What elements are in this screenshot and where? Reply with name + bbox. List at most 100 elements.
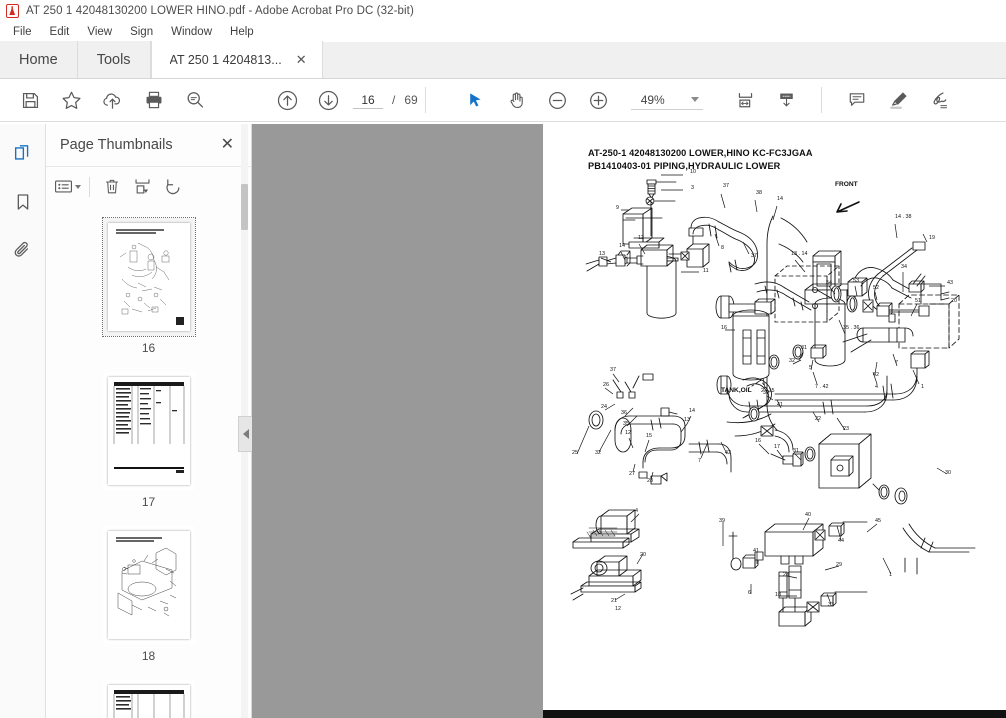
highlight-icon[interactable] bbox=[878, 83, 919, 117]
rail-page-thumbnails[interactable] bbox=[6, 138, 40, 170]
diagram-annotation: TANK,OIL bbox=[721, 387, 752, 394]
diagram-callout: 14 . 38 bbox=[895, 214, 912, 220]
diagram-callout: 12 bbox=[638, 235, 644, 241]
diagram-callout: 13 bbox=[599, 251, 605, 257]
diagram-callout: 26 bbox=[603, 382, 609, 388]
tab-document-label: AT 250 1 4204813... bbox=[169, 52, 282, 67]
next-page-icon[interactable] bbox=[308, 83, 349, 117]
diagram-callout: 11 bbox=[703, 268, 709, 274]
thumbnail-scrollbar-thumb[interactable] bbox=[241, 184, 248, 230]
menu-item-file[interactable]: File bbox=[4, 24, 41, 40]
diagram-callout: 32 bbox=[789, 358, 795, 364]
add-to-favorites-icon[interactable] bbox=[51, 83, 92, 117]
menu-item-edit[interactable]: Edit bbox=[41, 24, 79, 40]
menu-item-window[interactable]: Window bbox=[162, 24, 221, 40]
thumbnail-item[interactable]: 19 bbox=[46, 680, 251, 718]
rotate-pages-icon[interactable] bbox=[158, 172, 189, 202]
page-separator: / bbox=[392, 93, 396, 107]
diagram-callout: 3 bbox=[691, 185, 694, 191]
page-bottom-bar bbox=[543, 710, 1006, 718]
list-options-icon[interactable] bbox=[52, 172, 83, 202]
diagram-callout: 8 bbox=[721, 245, 724, 251]
thumbnail-frame[interactable] bbox=[102, 526, 195, 644]
search-icon[interactable] bbox=[174, 83, 215, 117]
thumbnail-frame[interactable] bbox=[102, 680, 195, 718]
title-bar: AT 250 1 42048130200 LOWER HINO.pdf - Ad… bbox=[0, 0, 1006, 22]
collapse-panel-button[interactable] bbox=[238, 416, 252, 452]
diagram-callout: 37 bbox=[610, 367, 616, 373]
thumbnail-item[interactable]: 18 bbox=[46, 526, 251, 663]
page-total-count: 69 bbox=[404, 93, 418, 107]
select-cursor-icon[interactable] bbox=[455, 83, 496, 117]
thumbnail-frame[interactable] bbox=[102, 372, 195, 490]
thumbnail-page-preview bbox=[107, 223, 190, 331]
diagram-callout: 12 bbox=[615, 606, 621, 612]
chevron-down-icon bbox=[690, 97, 699, 102]
menu-item-view[interactable]: View bbox=[78, 24, 121, 40]
diagram-callout: 16 bbox=[721, 325, 727, 331]
diagram-callout: 34 bbox=[901, 264, 907, 270]
menu-item-help[interactable]: Help bbox=[221, 24, 263, 40]
panel-header: Page Thumbnails ✕ bbox=[46, 124, 251, 166]
extract-pages-icon[interactable] bbox=[127, 172, 158, 202]
fit-page-width-icon[interactable] bbox=[725, 83, 766, 117]
diagram-callout: 14 bbox=[777, 196, 783, 202]
diagram-callout: 1 bbox=[889, 572, 892, 578]
zoom-level-value: 49% bbox=[640, 92, 665, 107]
thumbnail-item[interactable]: 17 bbox=[46, 372, 251, 509]
menu-item-sign[interactable]: Sign bbox=[121, 24, 162, 40]
save-file-icon[interactable] bbox=[10, 83, 51, 117]
tab-document[interactable]: AT 250 1 4204813... ✕ bbox=[150, 41, 323, 78]
menu-bar: File Edit View Sign Window Help bbox=[0, 22, 1006, 42]
chevron-down-icon bbox=[75, 184, 81, 189]
zoom-level-dropdown[interactable]: 49% bbox=[630, 91, 703, 110]
close-icon[interactable]: ✕ bbox=[218, 136, 237, 154]
diagram-callout: 30 bbox=[763, 390, 769, 396]
acrobat-window: AT 250 1 42048130200 LOWER HINO.pdf - Ad… bbox=[0, 0, 1006, 718]
diagram-callout: 54 bbox=[826, 280, 832, 286]
diagram-callout: 37 bbox=[723, 183, 729, 189]
hand-tool-icon[interactable] bbox=[496, 83, 537, 117]
rail-attachments[interactable] bbox=[6, 234, 40, 266]
diagram-callout: 42 bbox=[725, 450, 731, 456]
zoom-out-icon[interactable] bbox=[537, 83, 578, 117]
diagram-callout: 5 bbox=[809, 365, 812, 371]
diagram-callout: 41 bbox=[777, 402, 783, 408]
diagram-annotation: FRONT bbox=[835, 181, 858, 188]
diagram-callout: 23 bbox=[843, 426, 849, 432]
document-viewer[interactable]: AT-250-1 42048130200 LOWER,HINO KC-FC3JG… bbox=[252, 124, 1006, 718]
tab-home[interactable]: Home bbox=[0, 41, 78, 78]
diagram-callout: 15 bbox=[646, 433, 652, 439]
comment-icon[interactable] bbox=[837, 83, 878, 117]
thumbnail-list[interactable]: 16 17 18 bbox=[46, 206, 251, 718]
page-number-input[interactable] bbox=[353, 91, 383, 109]
delete-pages-icon[interactable] bbox=[96, 172, 127, 202]
diagram-callout: 35 . 36 bbox=[843, 325, 860, 331]
upload-cloud-icon[interactable] bbox=[92, 83, 133, 117]
diagram-callout: 17 bbox=[774, 444, 780, 450]
scroll-mode-icon[interactable] bbox=[766, 83, 807, 117]
diagram-callout: 38 bbox=[756, 190, 762, 196]
thumbnail-frame-selected[interactable] bbox=[101, 217, 196, 337]
previous-page-icon[interactable] bbox=[267, 83, 308, 117]
zoom-in-icon[interactable] bbox=[578, 83, 619, 117]
thumbnail-item[interactable]: 16 bbox=[46, 217, 251, 355]
thumbnail-number: 18 bbox=[141, 649, 156, 663]
diagram-callout: 25 bbox=[572, 450, 578, 456]
diagram-callout: 33 bbox=[828, 602, 834, 608]
rail-bookmarks[interactable] bbox=[6, 186, 40, 218]
tab-tools[interactable]: Tools bbox=[77, 41, 151, 78]
tab-strip: Home Tools AT 250 1 4204813... ✕ bbox=[0, 41, 1006, 79]
diagram-callout: 35 bbox=[623, 421, 629, 427]
window-title: AT 250 1 42048130200 LOWER HINO.pdf - Ad… bbox=[26, 5, 414, 17]
panel-title: Page Thumbnails bbox=[60, 137, 173, 153]
close-icon[interactable]: ✕ bbox=[294, 51, 309, 68]
diagram-callout: 16 bbox=[755, 438, 761, 444]
diagram-callout: 51 bbox=[915, 298, 921, 304]
diagram-callout: 27 bbox=[629, 471, 635, 477]
sign-icon[interactable] bbox=[919, 83, 960, 117]
thumbnail-page-preview bbox=[107, 531, 190, 639]
print-icon[interactable] bbox=[133, 83, 174, 117]
page-navigation: / 69 bbox=[353, 91, 418, 109]
pdf-page: AT-250-1 42048130200 LOWER,HINO KC-FC3JG… bbox=[543, 124, 1006, 718]
